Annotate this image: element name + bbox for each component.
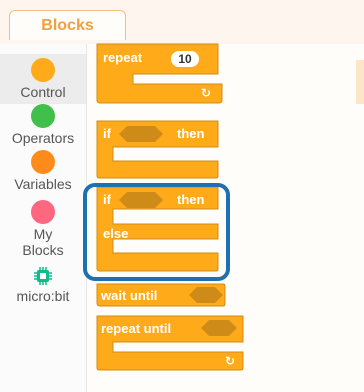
- sidebar-item-label: Control: [20, 84, 66, 100]
- palette-scroll-hint: [356, 60, 364, 104]
- repeat-label: repeat: [103, 50, 143, 65]
- tab-blocks[interactable]: Blocks: [9, 10, 126, 40]
- sidebar-item-microbit[interactable]: micro:bit: [0, 262, 86, 312]
- top-bar: Blocks: [0, 0, 364, 45]
- sidebar-item-label: Variables: [14, 176, 72, 192]
- repeat-until-label: repeat until: [101, 321, 172, 336]
- sidebar-item-control[interactable]: Control: [0, 54, 86, 104]
- loop-arrow-icon: ↻: [201, 86, 212, 100]
- sidebar-item-my-blocks[interactable]: My Blocks: [0, 196, 86, 258]
- if-label: if: [103, 126, 111, 141]
- loop-arrow-icon: ↻: [225, 354, 236, 368]
- repeat-count-input[interactable]: 10: [171, 51, 199, 67]
- condition-slot[interactable]: [201, 320, 237, 336]
- orange-circle-icon: [31, 58, 55, 82]
- category-sidebar: Control Operators Variables My Blocks mi…: [0, 44, 87, 392]
- if-then-block[interactable]: if then: [96, 120, 222, 179]
- condition-slot[interactable]: [189, 287, 223, 303]
- condition-slot[interactable]: [119, 126, 163, 142]
- orange-circle-icon: [31, 150, 55, 174]
- wait-until-label: wait until: [101, 288, 158, 303]
- highlight-box: [83, 183, 230, 281]
- microchip-icon: [34, 267, 52, 285]
- sidebar-item-variables[interactable]: Variables: [0, 146, 86, 196]
- sidebar-item-label: My Blocks: [22, 226, 64, 258]
- green-circle-icon: [31, 104, 55, 128]
- wait-until-block[interactable]: wait until: [96, 283, 227, 308]
- sidebar-item-operators[interactable]: Operators: [0, 100, 86, 150]
- sidebar-item-label: micro:bit: [16, 288, 70, 304]
- then-label: then: [177, 126, 205, 141]
- repeat-block[interactable]: repeat 10 ↻: [96, 43, 223, 104]
- repeat-until-block[interactable]: repeat until ↻: [96, 315, 247, 372]
- pink-circle-icon: [31, 200, 55, 224]
- sidebar-item-label: Operators: [11, 130, 75, 146]
